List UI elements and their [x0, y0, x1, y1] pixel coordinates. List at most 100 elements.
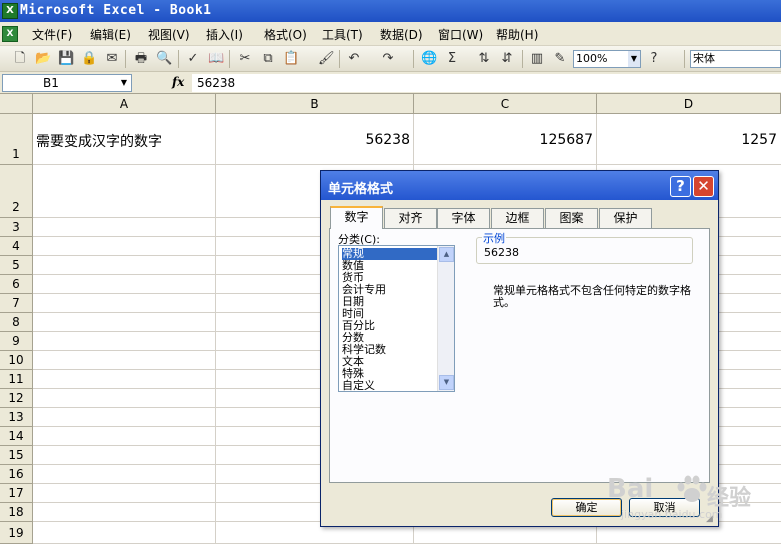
- row-header-16[interactable]: 16: [0, 465, 33, 484]
- paste-icon[interactable]: 📋: [283, 51, 299, 67]
- row-header-10[interactable]: 10: [0, 351, 33, 370]
- row-header-8[interactable]: 8: [0, 313, 33, 332]
- row-header-19[interactable]: 19: [0, 522, 33, 544]
- excel-app-icon[interactable]: X: [2, 3, 18, 19]
- row-header-14[interactable]: 14: [0, 427, 33, 446]
- category-scrollbar[interactable]: ▲ ▼: [437, 246, 454, 391]
- row-header-9[interactable]: 9: [0, 332, 33, 351]
- row-header-1[interactable]: 1: [0, 114, 33, 165]
- menu-tools[interactable]: 工具(T): [322, 26, 363, 43]
- toolbar-separator: [125, 50, 126, 68]
- cut-icon[interactable]: ✂: [237, 51, 253, 67]
- new-icon[interactable]: 🗋: [12, 51, 28, 67]
- menu-view[interactable]: 视图(V): [148, 26, 190, 43]
- chevron-down-icon[interactable]: ▼: [117, 75, 131, 91]
- toolbar-separator: [229, 50, 230, 68]
- ok-button[interactable]: 确定: [551, 498, 622, 517]
- permission-icon[interactable]: 🔒: [81, 51, 97, 67]
- column-header-a[interactable]: A: [33, 94, 216, 114]
- number-tab-panel: 分类(C): 常规 数值 货币 会计专用 日期 时间 百分比 分数 科学记数 文本 特殊 自定义 ▲ …: [329, 228, 710, 483]
- undo-icon[interactable]: ↶: [346, 51, 362, 67]
- menu-insert[interactable]: 插入(I): [206, 26, 243, 43]
- column-header-c[interactable]: C: [414, 94, 597, 114]
- tab-patterns[interactable]: 图案: [545, 208, 598, 228]
- sample-value: 56238: [484, 246, 519, 259]
- menu-help[interactable]: 帮助(H): [496, 26, 538, 43]
- menu-data[interactable]: 数据(D): [380, 26, 423, 43]
- row-header-18[interactable]: 18: [0, 503, 33, 522]
- open-icon[interactable]: 📂: [35, 51, 51, 67]
- row-header-3[interactable]: 3: [0, 218, 33, 237]
- menu-edit[interactable]: 编辑(E): [90, 26, 131, 43]
- spelling-icon[interactable]: ✓: [185, 51, 201, 67]
- row-header-13[interactable]: 13: [0, 408, 33, 427]
- drawing-icon[interactable]: ✎: [552, 51, 568, 67]
- row-header-2[interactable]: 2: [0, 165, 33, 218]
- cancel-button[interactable]: 取消: [629, 498, 700, 517]
- help-icon[interactable]: ?: [646, 51, 662, 67]
- scroll-down-icon[interactable]: ▼: [439, 375, 454, 390]
- row-header-6[interactable]: 6: [0, 275, 33, 294]
- autosum-icon[interactable]: Σ: [444, 51, 460, 67]
- tab-border[interactable]: 边框: [491, 208, 544, 228]
- row-header-7[interactable]: 7: [0, 294, 33, 313]
- cell-d1[interactable]: 1257: [597, 132, 777, 148]
- category-list[interactable]: 常规 数值 货币 会计专用 日期 时间 百分比 分数 科学记数 文本 特殊 自定义 ▲ ▼: [338, 245, 455, 392]
- dialog-help-button[interactable]: ?: [670, 176, 691, 197]
- print-preview-icon[interactable]: 🔍: [156, 51, 172, 67]
- hyperlink-icon[interactable]: 🌐: [421, 51, 437, 67]
- tab-alignment[interactable]: 对齐: [384, 208, 437, 228]
- name-box[interactable]: B1 ▼: [2, 74, 132, 92]
- toolbar-separator: [522, 50, 523, 68]
- row-header-12[interactable]: 12: [0, 389, 33, 408]
- formula-bar: B1 ▼ fx 56238: [0, 72, 781, 94]
- dialog-title: 单元格格式: [328, 182, 394, 197]
- column-gridline: [215, 114, 216, 544]
- formula-input[interactable]: 56238: [192, 74, 781, 92]
- menu-window[interactable]: 窗口(W): [438, 26, 483, 43]
- dialog-titlebar[interactable]: 单元格格式 ? ✕: [321, 171, 718, 200]
- format-painter-icon[interactable]: 🖌: [318, 51, 335, 67]
- cell-c1[interactable]: 125687: [414, 132, 593, 148]
- row-header-17[interactable]: 17: [0, 484, 33, 503]
- toolbar-separator: [684, 50, 685, 68]
- tab-font[interactable]: 字体: [437, 208, 490, 228]
- sort-ascending-icon[interactable]: ⇅: [476, 51, 492, 67]
- save-icon[interactable]: 💾: [58, 51, 74, 67]
- column-header-b[interactable]: B: [216, 94, 414, 114]
- font-select[interactable]: 宋体: [690, 50, 781, 68]
- toolbar-separator: [339, 50, 340, 68]
- zoom-value: 100%: [576, 52, 608, 65]
- zoom-select[interactable]: 100% ▼: [573, 50, 641, 68]
- scroll-up-icon[interactable]: ▲: [439, 247, 454, 262]
- workbook-icon[interactable]: X: [2, 26, 18, 42]
- category-item[interactable]: 自定义: [342, 380, 437, 392]
- row-header-15[interactable]: 15: [0, 446, 33, 465]
- row-header-5[interactable]: 5: [0, 256, 33, 275]
- dialog-close-button[interactable]: ✕: [693, 176, 714, 197]
- cell-b1[interactable]: 56238: [216, 132, 410, 148]
- window-title: Microsoft Excel - Book1: [20, 3, 212, 18]
- research-icon[interactable]: 📖: [208, 51, 224, 67]
- insert-function-icon[interactable]: fx: [172, 75, 184, 89]
- copy-icon[interactable]: ⧉: [260, 51, 276, 67]
- sort-descending-icon[interactable]: ⇵: [499, 51, 515, 67]
- sample-label: 示例: [482, 230, 506, 246]
- cell-a1[interactable]: 需要变成汉字的数字: [36, 131, 162, 151]
- tab-number[interactable]: 数字: [330, 206, 383, 229]
- print-icon[interactable]: 🖶: [133, 51, 149, 67]
- row-header-4[interactable]: 4: [0, 237, 33, 256]
- chevron-down-icon[interactable]: ▼: [628, 51, 640, 67]
- redo-icon[interactable]: ↷: [380, 51, 396, 67]
- tab-protection[interactable]: 保护: [599, 208, 652, 228]
- select-all-corner[interactable]: [0, 94, 33, 114]
- row-header-11[interactable]: 11: [0, 370, 33, 389]
- menu-format[interactable]: 格式(O): [264, 26, 307, 43]
- column-header-d[interactable]: D: [597, 94, 781, 114]
- sample-group: 示例 56238: [476, 230, 693, 264]
- menu-file[interactable]: 文件(F): [32, 26, 72, 43]
- email-icon[interactable]: ✉: [104, 51, 120, 67]
- chart-wizard-icon[interactable]: ▥: [529, 51, 545, 67]
- format-cells-dialog: 单元格格式 ? ✕ 数字 对齐 字体 边框 图案 保护 分类(C): 常规 数值货…: [320, 170, 719, 527]
- resize-grip-icon[interactable]: ◢: [706, 514, 716, 524]
